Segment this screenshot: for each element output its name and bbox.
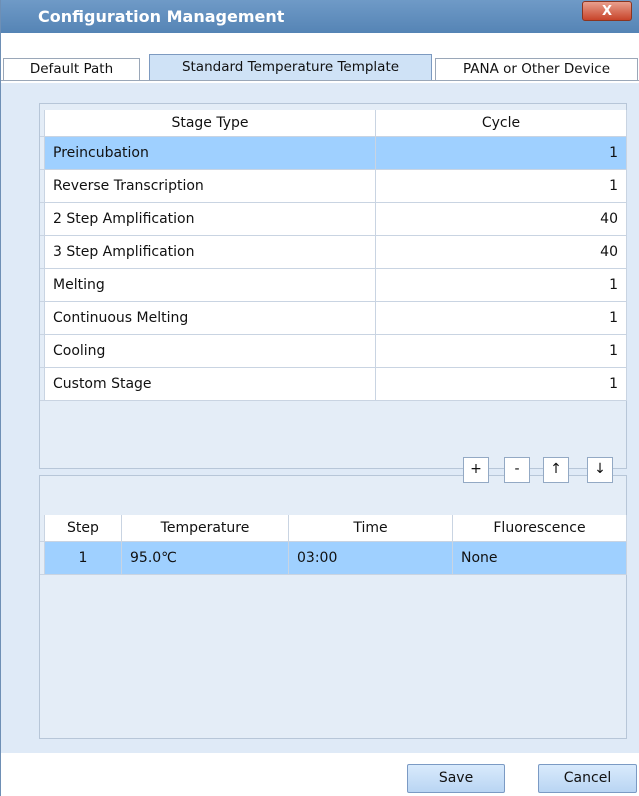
- remove-step-button[interactable]: -: [504, 457, 530, 483]
- tab-bar: Default Path Standard Temperature Templa…: [1, 33, 639, 83]
- move-down-button[interactable]: ↓: [587, 457, 613, 483]
- cycle-cell[interactable]: 1: [375, 268, 627, 302]
- stage-type-cell[interactable]: Continuous Melting: [44, 301, 376, 335]
- add-step-button[interactable]: +: [463, 457, 489, 483]
- column-header-cycle[interactable]: Cycle: [375, 110, 627, 137]
- stage-panel: Stage Type Cycle Preincubation 1 Reverse…: [39, 103, 627, 469]
- cycle-cell[interactable]: 1: [375, 367, 627, 401]
- stage-type-cell[interactable]: Melting: [44, 268, 376, 302]
- stage-row[interactable]: Continuous Melting 1: [40, 301, 627, 335]
- save-button[interactable]: Save: [407, 764, 505, 793]
- column-header-stage-type[interactable]: Stage Type: [44, 110, 376, 137]
- stage-row[interactable]: 3 Step Amplification 40: [40, 235, 627, 269]
- dialog-footer: Save Cancel: [1, 753, 639, 796]
- column-header-step[interactable]: Step: [44, 515, 122, 542]
- cancel-button[interactable]: Cancel: [538, 764, 637, 793]
- title-bar: Configuration Management X: [1, 0, 639, 33]
- step-table: Step Temperature Time Fluorescence 1 95.…: [40, 515, 627, 575]
- stage-type-cell[interactable]: Cooling: [44, 334, 376, 368]
- stage-row[interactable]: Reverse Transcription 1: [40, 169, 627, 203]
- stage-type-cell[interactable]: 3 Step Amplification: [44, 235, 376, 269]
- stage-row[interactable]: Preincubation 1: [40, 136, 627, 170]
- stage-table: Stage Type Cycle Preincubation 1 Reverse…: [40, 110, 627, 401]
- cycle-cell[interactable]: 1: [375, 169, 627, 203]
- configuration-window: Configuration Management X Default Path …: [0, 0, 639, 796]
- fluorescence-cell[interactable]: None: [452, 541, 627, 575]
- tab-default-path[interactable]: Default Path: [3, 58, 140, 81]
- tab-standard-temperature-template[interactable]: Standard Temperature Template: [149, 54, 432, 81]
- stage-type-cell[interactable]: Custom Stage: [44, 367, 376, 401]
- stage-row[interactable]: 2 Step Amplification 40: [40, 202, 627, 236]
- close-button[interactable]: X: [582, 1, 632, 21]
- stage-row[interactable]: Melting 1: [40, 268, 627, 302]
- window-title: Configuration Management: [38, 7, 285, 26]
- tab-content: Stage Type Cycle Preincubation 1 Reverse…: [13, 83, 639, 753]
- cycle-cell[interactable]: 1: [375, 334, 627, 368]
- step-table-header: Step Temperature Time Fluorescence: [40, 515, 627, 542]
- stage-table-header: Stage Type Cycle: [40, 110, 627, 137]
- column-header-temperature[interactable]: Temperature: [121, 515, 289, 542]
- temperature-cell[interactable]: 95.0℃: [121, 541, 289, 575]
- cycle-cell[interactable]: 1: [375, 301, 627, 335]
- stage-type-cell[interactable]: Preincubation: [44, 136, 376, 170]
- cycle-cell[interactable]: 40: [375, 235, 627, 269]
- tab-pana-or-other-device[interactable]: PANA or Other Device: [435, 58, 638, 81]
- stage-row[interactable]: Cooling 1: [40, 334, 627, 368]
- stage-row[interactable]: Custom Stage 1: [40, 367, 627, 401]
- stage-type-cell[interactable]: 2 Step Amplification: [44, 202, 376, 236]
- step-row[interactable]: 1 95.0℃ 03:00 None: [40, 541, 627, 575]
- column-header-fluorescence[interactable]: Fluorescence: [452, 515, 627, 542]
- cycle-cell[interactable]: 40: [375, 202, 627, 236]
- column-header-time[interactable]: Time: [288, 515, 453, 542]
- move-up-button[interactable]: ↑: [543, 457, 569, 483]
- cycle-cell[interactable]: 1: [375, 136, 627, 170]
- tab-divider: [1, 80, 639, 81]
- time-cell[interactable]: 03:00: [288, 541, 453, 575]
- stage-type-cell[interactable]: Reverse Transcription: [44, 169, 376, 203]
- step-cell[interactable]: 1: [44, 541, 122, 575]
